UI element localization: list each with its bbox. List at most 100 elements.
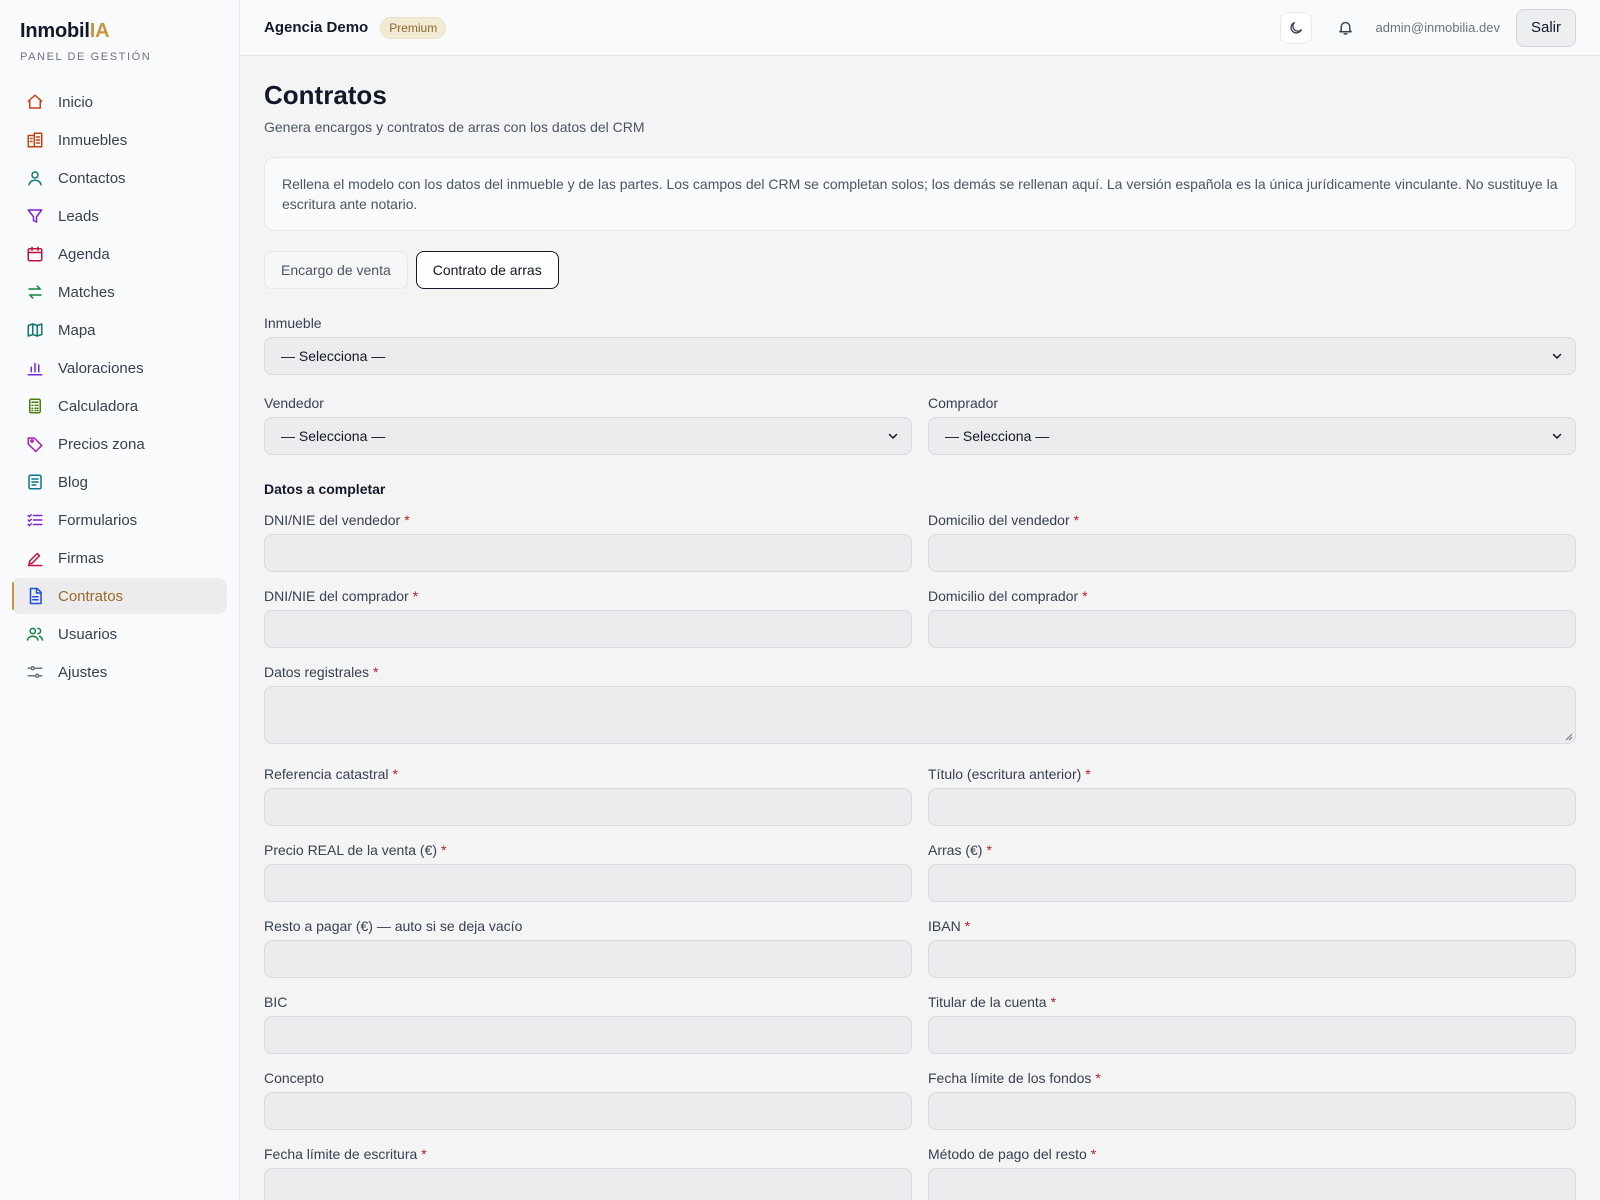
required-mark: *: [404, 512, 410, 528]
sidebar-item-firmas[interactable]: Firmas: [12, 540, 227, 576]
required-mark: *: [964, 918, 971, 934]
required-mark: *: [421, 1146, 427, 1162]
concepto-input[interactable]: [264, 1092, 912, 1130]
sidebar-item-inmuebles[interactable]: Inmuebles: [12, 122, 227, 158]
arras-input[interactable]: [928, 864, 1576, 902]
pen-icon: [26, 549, 44, 567]
comprador-group: Comprador — Selecciona —: [928, 395, 1576, 455]
theme-toggle-button[interactable]: [1279, 11, 1312, 44]
field-group: DNI/NIE del comprador *: [264, 588, 912, 648]
moon-icon: [1288, 20, 1304, 36]
sidebar-item-label: Mapa: [58, 321, 96, 339]
tab-encargo-de-venta[interactable]: Encargo de venta: [264, 251, 408, 289]
field-group: IBAN *: [928, 918, 1576, 978]
file-text-icon: [26, 587, 44, 605]
sidebar-item-calculadora[interactable]: Calculadora: [12, 388, 227, 424]
home-icon: [26, 93, 44, 111]
iban-input[interactable]: [928, 940, 1576, 978]
required-mark: *: [1095, 1070, 1101, 1086]
sidebar-item-agenda[interactable]: Agenda: [12, 236, 227, 272]
field-label: Método de pago del resto *: [928, 1146, 1576, 1162]
field-group: BIC: [264, 994, 912, 1054]
required-mark: *: [986, 842, 992, 858]
label-text: Domicilio del comprador: [928, 588, 1079, 604]
tag-icon: [26, 435, 44, 453]
referencia-catastral-input[interactable]: [264, 788, 912, 826]
dni-vendedor-input[interactable]: [264, 534, 912, 572]
vendedor-select[interactable]: — Selecciona —: [264, 417, 912, 455]
sidebar-item-formularios[interactable]: Formularios: [12, 502, 227, 538]
main-content: Contratos Genera encargos y contratos de…: [264, 56, 1576, 1200]
label-text: Precio REAL de la venta (€): [264, 842, 438, 858]
sidebar-item-blog[interactable]: Blog: [12, 464, 227, 500]
comprador-label: Comprador: [928, 395, 999, 411]
sidebar-item-valoraciones[interactable]: Valoraciones: [12, 350, 227, 386]
sidebar-item-label: Ajustes: [58, 663, 108, 681]
inmueble-select[interactable]: — Selecciona —: [264, 337, 1576, 375]
fecha-escritura-input[interactable]: [264, 1168, 912, 1200]
field-label: BIC: [264, 994, 912, 1010]
sidebar-item-matches[interactable]: Matches: [12, 274, 227, 310]
label-text: Método de pago del resto: [928, 1146, 1087, 1162]
document-lines-icon: [26, 473, 44, 491]
sidebar-item-label: Agenda: [58, 245, 110, 263]
comprador-select[interactable]: — Selecciona —: [928, 417, 1576, 455]
sidebar-item-precios-zona[interactable]: Precios zona: [12, 426, 227, 462]
label-text: Referencia catastral: [264, 766, 389, 782]
sidebar-item-label: Valoraciones: [58, 359, 144, 377]
field-group: Precio REAL de la venta (€) *: [264, 842, 912, 902]
logout-button[interactable]: Salir: [1515, 8, 1576, 47]
required-mark: *: [1073, 512, 1080, 528]
sidebar-item-ajustes[interactable]: Ajustes: [12, 654, 227, 690]
sliders-icon: [26, 663, 44, 681]
field-label: Domicilio del vendedor *: [928, 512, 1576, 528]
field-label: Titular de la cuenta *: [928, 994, 1576, 1010]
tab-contrato-de-arras[interactable]: Contrato de arras: [415, 251, 559, 289]
label-text: DNI/NIE del comprador: [264, 588, 409, 604]
resto-input[interactable]: [264, 940, 912, 978]
bic-input[interactable]: [264, 1016, 912, 1054]
brand-logo[interactable]: InmobilIA: [20, 20, 219, 43]
notifications-button[interactable]: [1330, 12, 1362, 44]
titulo-input[interactable]: [928, 788, 1576, 826]
brand-subtitle: PANEL DE GESTIÓN: [20, 51, 152, 63]
label-text: DNI/NIE del vendedor: [264, 512, 401, 528]
sidebar: InmobilIA PANEL DE GESTIÓN Inicio Inmueb…: [0, 0, 240, 1200]
label-text: Fecha límite de los fondos: [928, 1070, 1092, 1086]
user-email: admin@inmobilia.dev: [1375, 20, 1500, 35]
brand-name-accent: IA: [89, 20, 110, 42]
datos-registrales-textarea[interactable]: [264, 686, 1576, 744]
label-text: Datos registrales: [264, 664, 370, 680]
label-text: BIC: [264, 994, 288, 1010]
header-actions: admin@inmobilia.dev Salir: [1279, 8, 1576, 47]
resize-handle-icon[interactable]: [1563, 731, 1573, 741]
vendedor-group: Vendedor — Selecciona —: [264, 395, 912, 455]
label-text: Titular de la cuenta: [928, 994, 1047, 1010]
sidebar-item-contactos[interactable]: Contactos: [12, 160, 227, 196]
form-row: Referencia catastral * Título (escritura …: [264, 766, 1576, 826]
form-row: DNI/NIE del comprador * Domicilio del com…: [264, 588, 1576, 648]
sidebar-item-contratos[interactable]: Contratos: [12, 578, 227, 614]
label-text: IBAN: [928, 918, 961, 934]
precio-input[interactable]: [264, 864, 912, 902]
sidebar-item-inicio[interactable]: Inicio: [12, 84, 227, 120]
sidebar-nav: Inicio Inmuebles Contactos Leads Agenda …: [0, 84, 239, 690]
domicilio-comprador-input[interactable]: [928, 610, 1576, 648]
section-title-datos: Datos a completar: [264, 481, 386, 497]
field-group: Resto a pagar (€) — auto si se deja vací…: [264, 918, 912, 978]
domicilio-vendedor-input[interactable]: [928, 534, 1576, 572]
form-row: Resto a pagar (€) — auto si se deja vací…: [264, 918, 1576, 978]
required-mark: *: [1085, 766, 1091, 782]
metodo-pago-input[interactable]: [928, 1168, 1576, 1200]
label-text: Fecha límite de escritura: [264, 1146, 418, 1162]
fecha-fondos-input[interactable]: [928, 1092, 1576, 1130]
titular-input[interactable]: [928, 1016, 1576, 1054]
sidebar-item-mapa[interactable]: Mapa: [12, 312, 227, 348]
sidebar-item-label: Formularios: [58, 511, 138, 529]
sidebar-item-usuarios[interactable]: Usuarios: [12, 616, 227, 652]
field-label: Domicilio del comprador *: [928, 588, 1576, 604]
inmueble-label: Inmueble: [264, 315, 322, 331]
sidebar-item-leads[interactable]: Leads: [12, 198, 227, 234]
sidebar-item-label: Firmas: [58, 549, 104, 567]
dni-comprador-input[interactable]: [264, 610, 912, 648]
